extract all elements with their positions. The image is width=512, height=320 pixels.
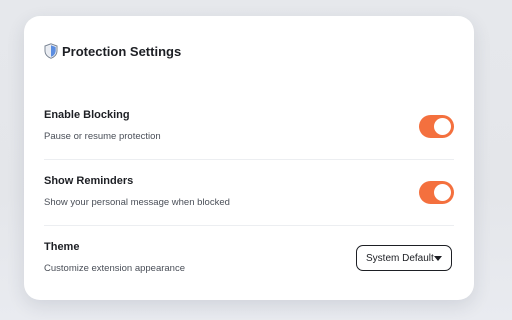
shield-icon xyxy=(44,43,58,59)
enable-blocking-label: Enable Blocking xyxy=(44,109,130,121)
setting-row-show-reminders: Show Reminders Show your personal messag… xyxy=(44,175,454,208)
card-title: Protection Settings xyxy=(62,43,182,59)
show-reminders-description: Show your personal message when blocked xyxy=(44,197,230,208)
toggle-knob xyxy=(434,184,451,201)
enable-blocking-description: Pause or resume protection xyxy=(44,131,161,142)
show-reminders-label: Show Reminders xyxy=(44,175,134,187)
setting-row-enable-blocking: Enable Blocking Pause or resume protecti… xyxy=(44,109,454,142)
toggle-knob xyxy=(434,118,451,135)
chevron-down-icon xyxy=(434,256,442,261)
divider xyxy=(44,225,454,226)
theme-description: Customize extension appearance xyxy=(44,263,186,274)
protection-settings-card: Protection Settings Enable Blocking Paus… xyxy=(24,16,474,300)
card-header: Protection Settings xyxy=(44,43,181,59)
divider xyxy=(44,159,454,160)
theme-select[interactable]: System Default xyxy=(356,245,452,271)
theme-select-value: System Default xyxy=(366,252,434,264)
show-reminders-toggle[interactable] xyxy=(419,181,454,204)
enable-blocking-toggle[interactable] xyxy=(419,115,454,138)
